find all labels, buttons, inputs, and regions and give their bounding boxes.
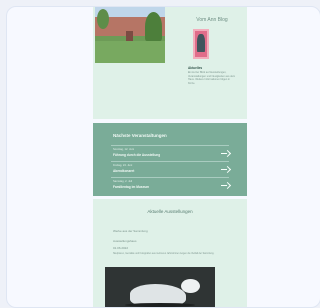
arrow-right-icon[interactable] (219, 165, 231, 175)
event-item[interactable]: Samstag, 2. Juli Familientag im Museum (111, 180, 231, 192)
event-name[interactable]: Abendkonzert (113, 169, 134, 173)
tree-shape (97, 9, 109, 29)
blog-section: Vom Ann Blog Aktuelles Ein kurzer Blick … (93, 7, 247, 119)
tree-shape (145, 12, 162, 41)
lawn (95, 41, 165, 63)
event-name[interactable]: Führung durch die Ausstellung (113, 153, 160, 157)
event-date: Sonntag, 12. Juni (113, 148, 134, 151)
building-photo (95, 7, 165, 63)
event-date: Samstag, 2. Juli (113, 180, 133, 183)
exhibitions-title: Aktuelle Ausstellungen (147, 209, 193, 214)
event-name[interactable]: Familientag im Museum (113, 185, 149, 189)
sculpture-head (181, 279, 200, 293)
sculpture-shadow (125, 303, 195, 307)
event-date: Freitag, 24. Juni (113, 164, 133, 167)
arrow-right-icon[interactable] (219, 149, 231, 159)
exhibition-date: 01.06.2022 (113, 246, 129, 250)
events-divider (111, 161, 229, 162)
screenshot-frame: Vom Ann Blog Aktuelles Ein kurzer Blick … (6, 6, 320, 308)
blog-title: Vom Ann Blog (196, 17, 228, 23)
events-title: Nächste Veranstaltungen (113, 133, 167, 138)
arrow-right-icon[interactable] (219, 181, 231, 191)
person-silhouette (197, 34, 205, 52)
exhibition-description: Skulpturen, Gemälde und Fotografien aus … (113, 253, 215, 255)
events-divider (111, 145, 229, 146)
blog-artwork-thumbnail[interactable] (193, 29, 209, 59)
exhibition-location: Ausstellungshaus (113, 239, 137, 243)
building-door (126, 31, 133, 41)
event-item[interactable]: Freitag, 24. Juni Abendkonzert (111, 164, 231, 176)
events-section: Nächste Veranstaltungen Sonntag, 12. Jun… (93, 123, 247, 196)
exhibitions-section: Aktuelle Ausstellungen Werke aus der Sam… (93, 199, 247, 307)
event-item[interactable]: Sonntag, 12. Juni Führung durch die Auss… (111, 148, 231, 160)
exhibition-subtitle: Werke aus der Sammlung (113, 229, 148, 233)
blog-text: Ein kurzer Blick auf Ausstellungen, Vera… (188, 71, 236, 85)
museum-webpage: Vom Ann Blog Aktuelles Ein kurzer Blick … (93, 7, 247, 307)
events-divider (111, 177, 229, 178)
blog-heading: Aktuelles (188, 66, 203, 70)
